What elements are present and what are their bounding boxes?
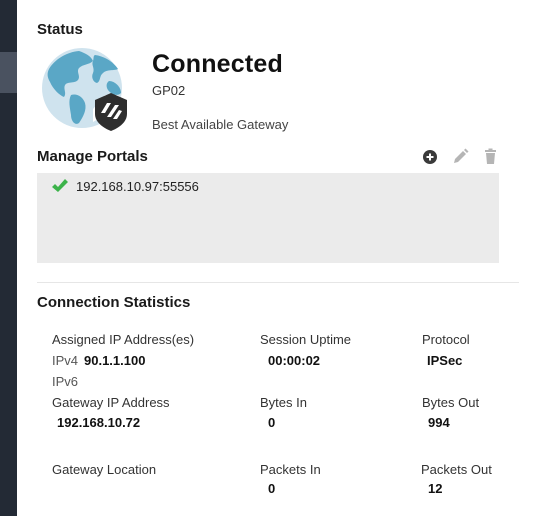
connection-state: Connected <box>152 50 283 78</box>
manage-portals-heading: Manage Portals <box>37 148 148 165</box>
gateway-ip-value: 192.168.10.72 <box>57 415 141 430</box>
bytes-out-label: Bytes Out <box>422 395 480 410</box>
gateway-location-label: Gateway Location <box>52 462 157 477</box>
divider <box>37 282 519 283</box>
packets-in-label: Packets In <box>260 462 321 477</box>
bytes-in-value: 0 <box>268 415 276 430</box>
ipv4-value: 90.1.1.100 <box>84 353 146 368</box>
packets-in-value: 0 <box>268 481 276 496</box>
portal-list: 192.168.10.97:55556 <box>37 173 499 263</box>
session-uptime-value: 00:00:02 <box>268 353 321 368</box>
portal-list-item[interactable]: 192.168.10.97:55556 <box>51 178 199 194</box>
gateway-mode: Best Available Gateway <box>152 117 289 132</box>
main-panel: Status Connected GP02 Best Available Gat… <box>17 0 538 516</box>
sidebar-tab-status[interactable] <box>0 52 17 93</box>
connection-statistics-heading: Connection Statistics <box>37 294 191 311</box>
bytes-in-label: Bytes In <box>260 395 307 410</box>
status-heading: Status <box>37 21 83 38</box>
add-icon[interactable] <box>421 148 441 166</box>
protocol-value: IPSec <box>427 353 463 368</box>
portal-actions <box>421 148 501 166</box>
ipv4-label: IPv4 <box>52 353 79 368</box>
protocol-label: Protocol <box>422 332 470 347</box>
check-icon <box>52 179 68 192</box>
assigned-ip-label: Assigned IP Address(es) <box>52 332 195 347</box>
packets-out-label: Packets Out <box>421 462 492 477</box>
gateway-name: GP02 <box>152 83 186 98</box>
delete-icon[interactable] <box>481 148 501 166</box>
globe-shield-icon <box>41 47 141 133</box>
gateway-ip-label: Gateway IP Address <box>52 395 170 410</box>
ipv6-label: IPv6 <box>52 374 79 389</box>
packets-out-value: 12 <box>428 481 443 496</box>
portal-address: 192.168.10.97:55556 <box>76 178 199 194</box>
session-uptime-label: Session Uptime <box>260 332 352 347</box>
bytes-out-value: 994 <box>428 415 450 430</box>
edit-icon[interactable] <box>451 148 471 166</box>
